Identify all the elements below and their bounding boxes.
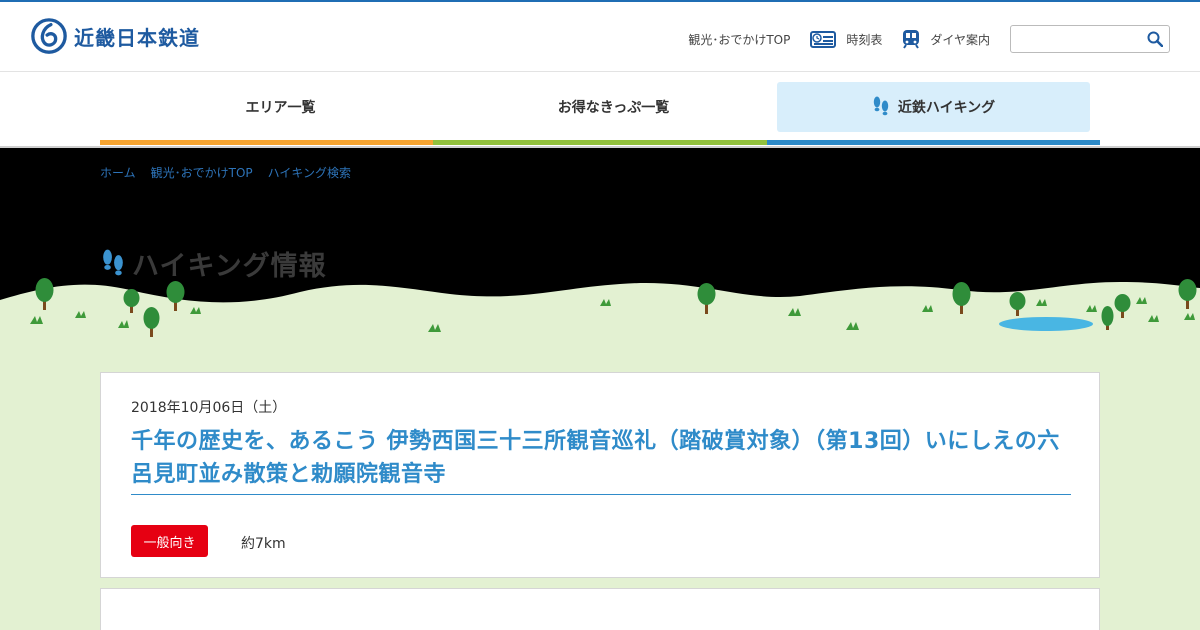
utility-nav: 観光･おでかけTOP 時刻表 ダイヤ案内 [688,25,1170,53]
timetable-icon [810,31,837,48]
timetable-label: 時刻表 [846,32,883,47]
title-divider [131,494,1071,495]
train-icon [903,30,920,49]
timetable-link[interactable]: 時刻表 [810,30,882,48]
breadcrumb-sightseeing-top[interactable]: 観光･おでかけTOP [151,164,253,181]
diagram-guide-label: ダイヤ案内 [930,32,990,47]
logo[interactable]: 近畿日本鉄道 [30,17,200,55]
event-card: 2018年10月06日（土） 千年の歴史を、あるこう 伊勢西国三十三所観音巡礼（… [100,372,1100,578]
search-icon[interactable] [1147,31,1163,47]
breadcrumb: ホーム 観光･おでかけTOP ハイキング検索 [100,164,351,181]
nav-item-hiking[interactable]: 近鉄ハイキング [777,82,1090,132]
page-title: ハイキング情報 [100,244,327,283]
sightseeing-top-label: 観光･おでかけTOP [688,32,791,47]
search-input[interactable] [1017,26,1147,52]
nav-item-hiking-label: 近鉄ハイキング [897,100,996,116]
nav-accent-blue [767,140,1100,145]
page-title-text: ハイキング情報 [132,251,327,282]
event-title: 千年の歴史を、あるこう 伊勢西国三十三所観音巡礼（踏破賞対象）（第13回）いにし… [131,429,1060,487]
nav-item-areas-label: エリア一覧 [245,100,316,116]
main-nav: エリア一覧 お得なきっぷ一覧 近鉄ハイキング [0,72,1200,146]
event-date: 2018年10月06日（土） [131,400,287,416]
breadcrumb-hiking-search[interactable]: ハイキング検索 [268,164,351,181]
footprints-icon [873,96,889,116]
event-distance: 約7km [241,536,286,552]
breadcrumb-home[interactable]: ホーム [100,164,136,181]
difficulty-badge: 一般向き [131,525,208,557]
event-detail-card [100,588,1100,630]
diagram-guide-link[interactable]: ダイヤ案内 [902,29,990,49]
search-box [1010,25,1170,53]
logo-text: 近畿日本鉄道 [74,25,200,50]
kintetsu-logo-icon [31,18,67,54]
sightseeing-top-link[interactable]: 観光･おでかけTOP [688,31,790,48]
footprints-icon [103,249,123,275]
nav-accent-orange [100,140,433,145]
site-header: 近畿日本鉄道 観光･おでかけTOP 時刻表 ダイヤ案内 [0,2,1200,72]
nav-item-areas[interactable]: エリア一覧 [124,82,437,132]
nav-item-tickets-label: お得なきっぷ一覧 [557,100,670,116]
nav-accent-green [433,140,767,145]
nav-item-tickets[interactable]: お得なきっぷ一覧 [457,82,770,132]
